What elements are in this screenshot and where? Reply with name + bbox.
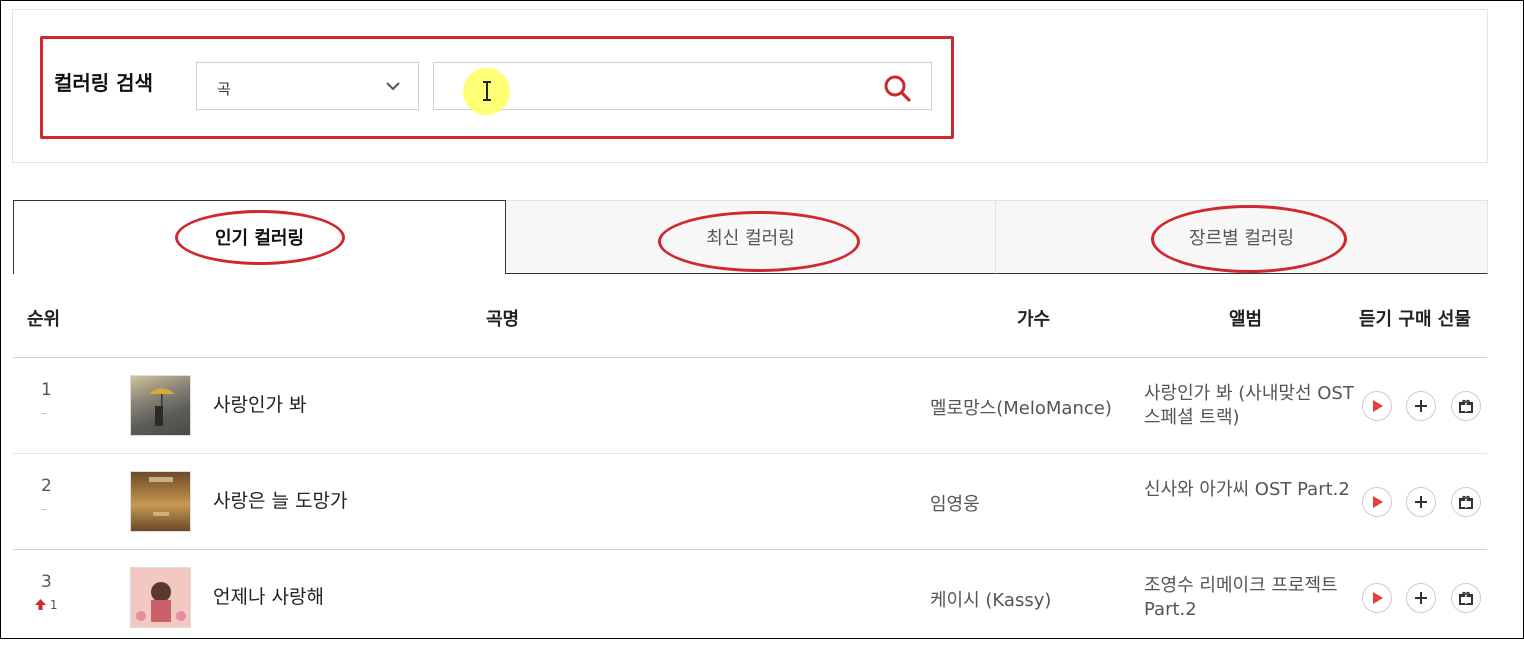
header-title: 곡명 [486,309,520,330]
rank-change: – [41,406,47,420]
add-button[interactable] [1406,583,1436,613]
song-title[interactable]: 언제나 사랑해 [213,582,324,609]
plus-icon [1415,400,1427,412]
rank-number: 1 [41,380,52,400]
rank-number: 2 [41,476,52,496]
add-button[interactable] [1406,391,1436,421]
song-title[interactable]: 사랑은 늘 도망가 [213,486,347,513]
rank-change: – [41,502,47,516]
plus-icon [1415,592,1427,604]
add-button[interactable] [1406,487,1436,517]
header-rank: 순위 [27,309,61,330]
gift-icon [1459,399,1473,413]
album-name[interactable]: 신사와 아가씨 OST Part.2 [1144,478,1374,502]
album-name[interactable]: 조영수 리메이크 프로젝트 Part.2 [1144,574,1374,622]
table-row: 2 – 사랑은 늘 도망가 임영웅 신사와 아가씨 OST Part.2 [13,454,1487,550]
play-button[interactable] [1362,487,1392,517]
artist-name[interactable]: 케이시 (Kassy) [930,586,1051,612]
header-actions: 듣기 구매 선물 [1359,309,1471,330]
rank-number: 3 [41,572,52,592]
play-icon [1373,400,1383,412]
arrow-up-icon [35,599,46,610]
rank-change-up: 1 [35,598,57,612]
artist-name[interactable]: 임영웅 [930,490,980,516]
table-row: 3 1 언제나 사랑해 케이시 (Kassy) 조영수 리메이크 프로젝트 Pa… [13,550,1487,646]
tab-latest-coloring[interactable]: 최신 컬러링 [506,200,995,274]
artist-name[interactable]: 멜로망스(MeloMance) [930,394,1112,420]
rank-change-value: 1 [49,598,58,612]
gift-icon [1459,495,1473,509]
plus-icon [1415,496,1427,508]
album-cover[interactable] [130,471,191,532]
play-button[interactable] [1362,583,1392,613]
search-annotation-box [40,36,954,139]
play-icon [1373,496,1383,508]
play-icon [1373,592,1383,604]
gift-icon [1459,591,1473,605]
gift-button[interactable] [1451,487,1481,517]
tab-genre-coloring[interactable]: 장르별 컬러링 [995,200,1488,274]
header-artist: 가수 [1017,309,1051,330]
table-row: 1 – 사랑인가 봐 멜로망스(MeloMance) 사랑인가 봐 (사내맞선 … [13,358,1487,454]
album-name[interactable]: 사랑인가 봐 (사내맞선 OST 스페셜 트랙) [1144,382,1374,430]
gift-button[interactable] [1451,583,1481,613]
album-cover[interactable] [130,375,191,436]
gift-button[interactable] [1451,391,1481,421]
play-button[interactable] [1362,391,1392,421]
album-cover[interactable] [130,567,191,628]
song-title[interactable]: 사랑인가 봐 [213,390,306,417]
tab-popular-coloring[interactable]: 인기 컬러링 [13,200,506,274]
header-album: 앨범 [1229,309,1263,330]
